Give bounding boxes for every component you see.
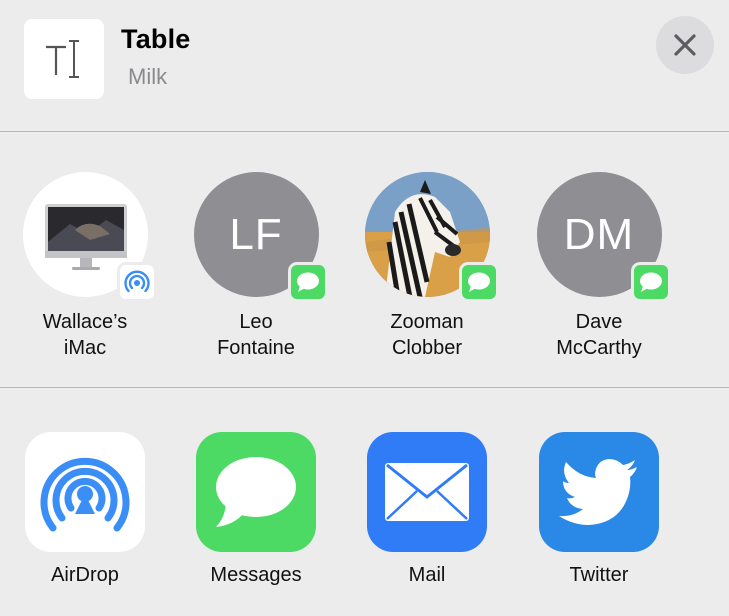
close-icon [674, 34, 696, 56]
document-thumbnail [24, 19, 104, 99]
avatar [22, 172, 157, 302]
messages-badge [458, 262, 499, 302]
app-twitter[interactable]: Twitter [514, 432, 684, 587]
share-header: Table Milk [0, 0, 729, 131]
twitter-icon [559, 459, 637, 525]
person-name: Wallace’s iMac [42, 311, 128, 359]
share-sheet: Table Milk Wallace’s iMac LF Leo Fontain… [0, 0, 729, 616]
avatar: DM [536, 172, 671, 302]
app-label: Twitter [569, 564, 629, 586]
messages-badge [630, 262, 671, 302]
person-name: Dave McCarthy [556, 311, 642, 359]
person-dave-mccarthy[interactable]: DM Dave McCarthy [514, 172, 684, 361]
person-name: Leo Fontaine [217, 311, 295, 359]
person-wallaces-imac[interactable]: Wallace’s iMac [0, 172, 170, 361]
airdrop-icon [40, 457, 130, 532]
app-label: Messages [210, 564, 302, 586]
app-mail[interactable]: Mail [342, 432, 512, 587]
app-messages[interactable]: Messages [171, 432, 341, 587]
document-subtitle: Milk [128, 64, 168, 89]
airdrop-badge [116, 262, 157, 302]
close-button[interactable] [656, 16, 714, 74]
messages-icon [216, 457, 296, 527]
divider [0, 387, 729, 388]
app-airdrop[interactable]: AirDrop [0, 432, 170, 587]
app-label: Mail [408, 564, 446, 586]
mail-icon [385, 463, 469, 521]
divider [0, 131, 729, 132]
document-title: Table [121, 24, 191, 54]
avatar [364, 172, 499, 302]
airdrop-badge-icon [123, 270, 150, 293]
person-zooman-clobber[interactable]: Zooman Clobber [342, 172, 512, 361]
messages-badge [287, 262, 328, 302]
message-bubble-icon [296, 272, 319, 292]
person-name: Zooman Clobber [390, 311, 464, 359]
message-bubble-icon [639, 272, 662, 292]
text-cursor-icon [46, 40, 79, 78]
person-leo-fontaine[interactable]: LF Leo Fontaine [171, 172, 341, 361]
message-bubble-icon [467, 272, 490, 292]
avatar: LF [193, 172, 328, 302]
app-label: AirDrop [51, 564, 119, 586]
